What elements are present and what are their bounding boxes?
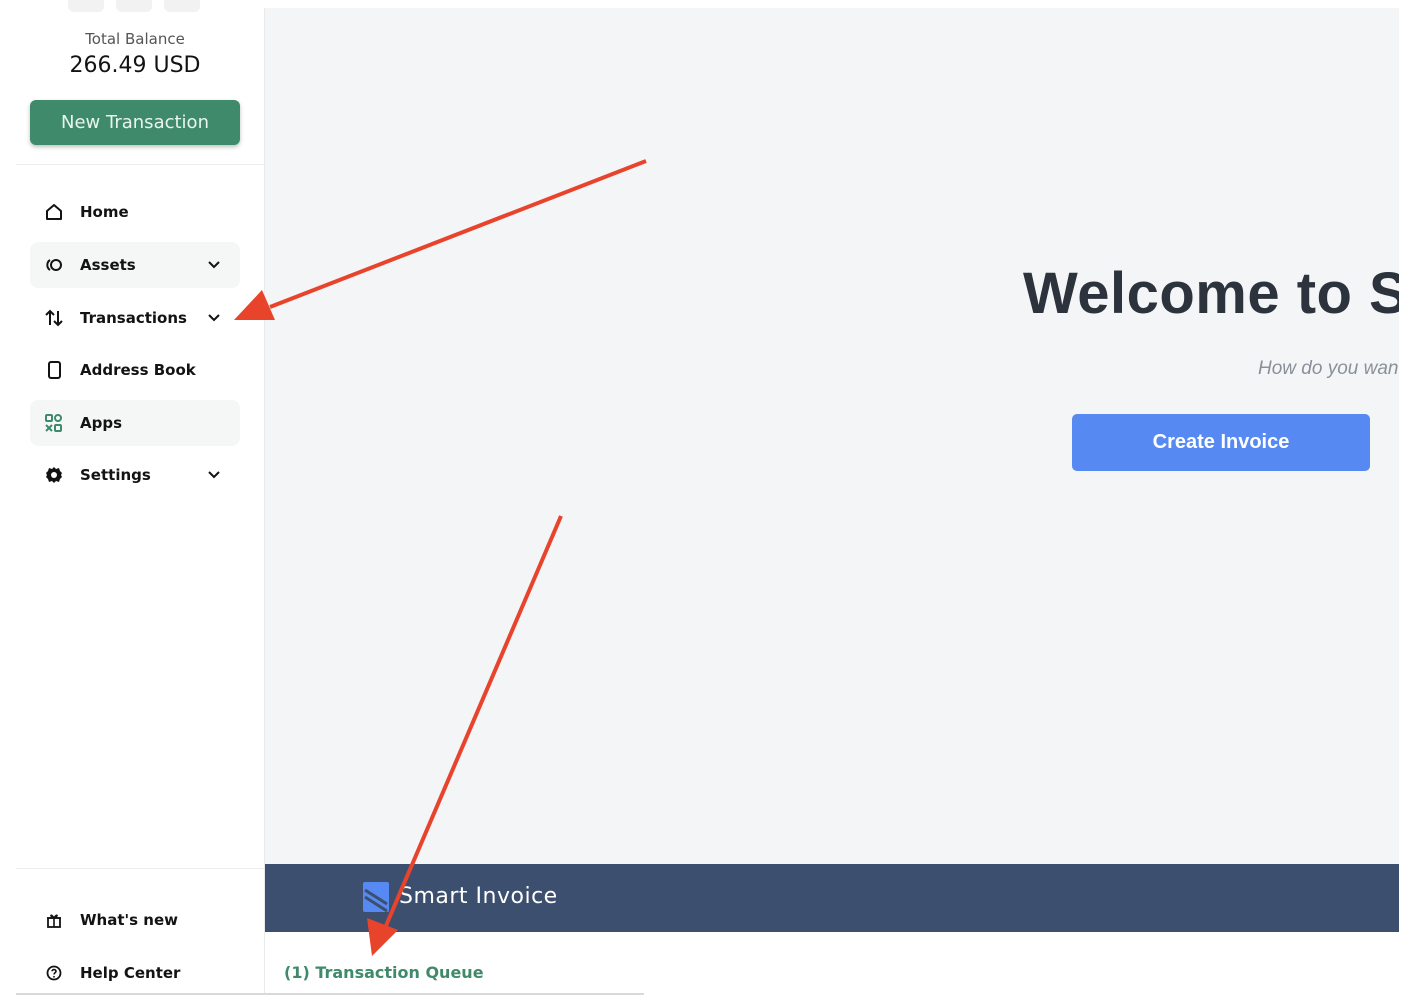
sidebar-item-label: Address Book [80, 361, 196, 379]
total-balance-label: Total Balance [85, 30, 185, 48]
sidebar-item-label: What's new [80, 911, 178, 929]
sidebar-item-label: Help Center [80, 964, 181, 982]
transactions-icon [42, 306, 66, 330]
home-icon [42, 200, 66, 224]
chevron-down-icon[interactable] [206, 310, 222, 326]
footer-brand: Smart Invoice [399, 884, 558, 909]
chevron-down-icon[interactable] [206, 257, 222, 273]
sidebar-item-transactions[interactable]: Transactions [30, 295, 240, 341]
sidebar-item-help-center[interactable]: Help Center [30, 950, 240, 996]
divider [16, 868, 264, 869]
queue-divider [16, 993, 644, 995]
welcome-title: Welcome to S [1023, 261, 1399, 326]
app-footer: Smart Invoice [265, 864, 1399, 932]
smart-invoice-logo-icon [363, 882, 391, 913]
sidebar-item-apps[interactable]: Apps [30, 400, 240, 446]
sidebar-item-address-book[interactable]: Address Book [30, 347, 240, 393]
sidebar-item-label: Transactions [80, 309, 187, 327]
apps-icon [42, 411, 66, 435]
app-content: Welcome to S How do you wan Create Invoi… [265, 8, 1399, 864]
divider [16, 164, 264, 165]
address-book-icon [42, 358, 66, 382]
transaction-queue-link[interactable]: (1) Transaction Queue [284, 963, 484, 982]
new-transaction-button[interactable]: New Transaction [30, 100, 240, 145]
help-icon [42, 961, 66, 985]
sidebar-item-settings[interactable]: Settings [30, 452, 240, 498]
sidebar-item-label: Home [80, 203, 129, 221]
gift-icon [42, 908, 66, 932]
sidebar-item-label: Apps [80, 414, 123, 432]
total-balance-value: 266.49 USD [69, 53, 201, 78]
sidebar-item-assets[interactable]: Assets [30, 242, 240, 288]
sidebar-item-label: Assets [80, 256, 136, 274]
welcome-subtitle: How do you wan [1258, 358, 1399, 379]
chevron-down-icon[interactable] [206, 467, 222, 483]
assets-icon [42, 253, 66, 277]
sidebar: Total Balance 266.49 USD New Transaction… [16, 0, 264, 994]
sidebar-item-whats-new[interactable]: What's new [30, 897, 240, 943]
create-invoice-button[interactable]: Create Invoice [1072, 414, 1370, 471]
gear-icon [42, 463, 66, 487]
sidebar-item-label: Settings [80, 466, 151, 484]
top-dots [68, 0, 200, 12]
sidebar-item-home[interactable]: Home [30, 189, 240, 235]
